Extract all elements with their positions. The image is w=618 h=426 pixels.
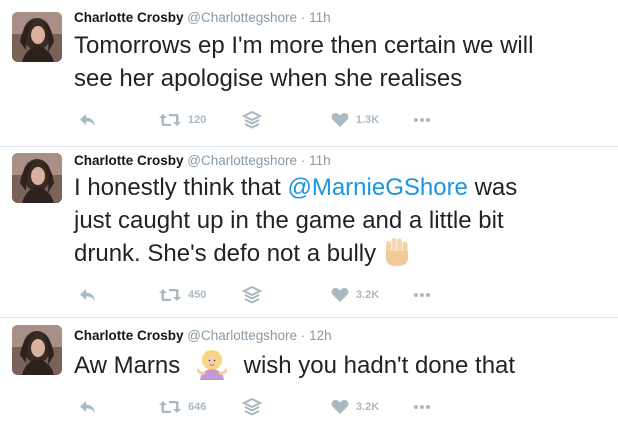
like-count: 1.3K <box>356 114 380 126</box>
heart-icon <box>330 110 350 130</box>
tweet-header: Charlotte Crosby @Charlottegshore · 11h <box>74 10 331 25</box>
like-button[interactable]: 1.3K <box>330 110 379 130</box>
more-button[interactable] <box>412 397 432 417</box>
like-count: 3.2K <box>356 401 380 413</box>
tweet-text-line: drunk. She's defo not a bully <box>74 237 614 270</box>
stack-icon <box>242 397 262 417</box>
tweet-2[interactable]: Charlotte Crosby @Charlottegshore · 11h … <box>0 147 618 317</box>
tweet-time[interactable]: · 12h <box>301 328 332 343</box>
tweet-header: Charlotte Crosby @Charlottegshore · 11h <box>74 153 331 168</box>
tweet-text-segment: Aw Marns <box>74 352 181 379</box>
retweet-count: 646 <box>188 401 207 413</box>
heart-icon <box>330 285 350 305</box>
tweet-time[interactable]: · 11h <box>301 153 331 168</box>
tweet-text-segment: drunk. She's defo not a bully <box>74 240 377 267</box>
retweet-icon <box>158 110 182 130</box>
stack-icon <box>242 285 262 305</box>
tweet-text: Aw Marns wish you hadn't done that <box>74 349 614 383</box>
retweet-button[interactable]: 450 <box>158 285 206 305</box>
retweet-count: 120 <box>188 114 207 126</box>
more-button[interactable] <box>412 110 432 130</box>
reply-icon <box>78 110 98 130</box>
heart-icon <box>330 397 350 417</box>
tweet-text-segment: I honestly think that <box>74 174 288 201</box>
author-handle[interactable]: @Charlottegshore <box>187 328 297 343</box>
like-button[interactable]: 3.2K <box>330 397 379 417</box>
author-name[interactable]: Charlotte Crosby <box>74 153 184 168</box>
author-handle[interactable]: @Charlottegshore <box>187 10 297 25</box>
stack-button[interactable] <box>242 285 262 305</box>
retweet-button[interactable]: 120 <box>158 110 206 130</box>
tweet-text-line: I honestly think that @MarnieGShore was <box>74 171 614 204</box>
tweet-time[interactable]: · 11h <box>301 10 331 25</box>
more-icon <box>412 397 432 417</box>
tweet-text-segment: wish you hadn't done that <box>243 352 516 379</box>
retweet-count: 450 <box>188 289 207 301</box>
avatar[interactable] <box>12 153 62 203</box>
avatar[interactable] <box>12 325 62 375</box>
stack-icon <box>242 110 262 130</box>
like-button[interactable]: 3.2K <box>330 285 379 305</box>
tweet-text: Tomorrows ep I'm more then certain we wi… <box>74 29 614 95</box>
author-name[interactable]: Charlotte Crosby <box>74 328 184 343</box>
more-icon <box>412 285 432 305</box>
tweet-text-line: see her apologise when she realises <box>74 65 463 92</box>
tweet-text-line: just caught up in the game and a little … <box>74 207 504 234</box>
raised-hand-emoji <box>385 237 408 266</box>
tweet-text-line: Tomorrows ep I'm more then certain we wi… <box>74 32 534 59</box>
tweet-actions: 450 3.2K <box>74 285 494 305</box>
tweet-actions: 120 1.3K <box>74 110 494 130</box>
tweet-1[interactable]: Charlotte Crosby @Charlottegshore · 11h … <box>0 0 618 146</box>
author-name[interactable]: Charlotte Crosby <box>74 10 184 25</box>
reply-icon <box>78 285 98 305</box>
reply-button[interactable] <box>78 285 98 305</box>
retweet-icon <box>158 397 182 417</box>
tweet-text: I honestly think that @MarnieGShore was … <box>74 171 614 270</box>
avatar[interactable] <box>12 12 62 62</box>
tweet-actions: 646 3.2K <box>74 397 494 417</box>
tweet-text-segment: was <box>467 174 518 201</box>
reply-icon <box>78 397 98 417</box>
reply-button[interactable] <box>78 110 98 130</box>
stack-button[interactable] <box>242 110 262 130</box>
woman-shrugging-emoji <box>196 349 227 380</box>
reply-button[interactable] <box>78 397 98 417</box>
more-button[interactable] <box>412 285 432 305</box>
more-icon <box>412 110 432 130</box>
like-count: 3.2K <box>356 289 380 301</box>
tweet-3[interactable]: Charlotte Crosby @Charlottegshore · 12h … <box>0 318 618 426</box>
retweet-button[interactable]: 646 <box>158 397 206 417</box>
mention-link[interactable]: @MarnieGShore <box>287 174 467 201</box>
author-handle[interactable]: @Charlottegshore <box>187 153 297 168</box>
stack-button[interactable] <box>242 397 262 417</box>
retweet-icon <box>158 285 182 305</box>
tweet-header: Charlotte Crosby @Charlottegshore · 12h <box>74 328 332 343</box>
